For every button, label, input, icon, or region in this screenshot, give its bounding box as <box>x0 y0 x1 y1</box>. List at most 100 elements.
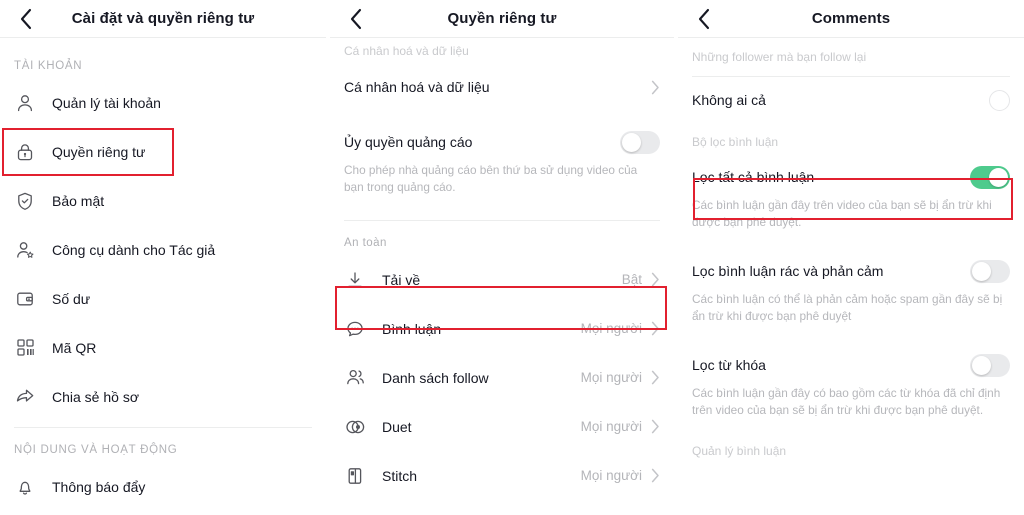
setting-row-follow-list[interactable]: Danh sách follow Mọi người <box>330 353 674 403</box>
sidebar-item-label: Công cụ dành cho Tác giả <box>52 241 216 258</box>
filter-all-comments-toggle[interactable] <box>970 165 1010 189</box>
shield-check-icon <box>14 190 36 212</box>
stitch-icon <box>344 465 366 487</box>
filter-row-keywords[interactable]: Lọc từ khóa <box>692 343 1010 387</box>
panel-settings-and-privacy: Cài đặt và quyền riêng tư TÀI KHOẢN Quản… <box>0 0 326 515</box>
chevron-right-icon <box>651 80 660 95</box>
option-nobody-block: Không ai cả <box>678 77 1024 123</box>
back-button[interactable] <box>344 8 366 30</box>
setting-row-label: Tải về <box>382 271 421 288</box>
sidebar-item-label: Mã QR <box>52 339 97 356</box>
filter-keywords-toggle[interactable] <box>970 353 1010 377</box>
sidebar-item-security[interactable]: Bảo mật <box>0 176 326 225</box>
three-panel-screenshot: Cài đặt và quyền riêng tư TÀI KHOẢN Quản… <box>0 0 1024 515</box>
toggle-knob <box>989 167 1008 187</box>
download-icon <box>344 269 366 291</box>
sidebar-item-manage-account[interactable]: Quản lý tài khoản <box>0 78 326 127</box>
ad-authorization-row[interactable]: Ủy quyền quảng cáo <box>344 120 660 164</box>
qr-code-icon <box>14 337 36 359</box>
setting-row-value: Mọi người <box>580 419 642 435</box>
filter-spam-offensive-block: Lọc bình luận rác và phản cảm <box>678 249 1024 293</box>
option-label: Không ai cả <box>692 92 766 108</box>
setting-row-value: Mọi người <box>580 321 642 337</box>
sidebar-item-label: Bảo mật <box>52 192 105 209</box>
duet-icon <box>344 416 366 438</box>
filter-spam-offensive-toggle[interactable] <box>970 259 1010 283</box>
bell-icon <box>14 476 36 498</box>
section-label-personalization-ghost: Cá nhân hoá và dữ liệu <box>344 44 469 58</box>
sidebar-item-label: Thông báo đẩy <box>52 478 146 495</box>
chevron-left-icon <box>19 8 32 30</box>
ad-authorization-toggle[interactable] <box>620 130 660 154</box>
page-title: Quyền riêng tư <box>447 10 557 27</box>
setting-row-value: Bật <box>621 272 642 288</box>
sidebar-item-push-notifications[interactable]: Thông báo đẩy <box>0 462 326 511</box>
panel3-header: Comments <box>678 0 1024 38</box>
ad-authorization-description: Cho phép nhà quảng cáo bên thứ ba sử dụn… <box>344 163 638 195</box>
setting-row-duet[interactable]: Duet Mọi người <box>330 402 674 452</box>
chevron-right-icon <box>651 321 660 336</box>
setting-row-label: Duet <box>382 418 412 435</box>
page-title: Comments <box>811 10 891 27</box>
sidebar-item-creator-tools[interactable]: Công cụ dành cho Tác giả <box>0 225 326 274</box>
option-row-nobody[interactable]: Không ai cả <box>692 77 1010 123</box>
ad-authorization-label: Ủy quyền quảng cáo <box>344 134 473 150</box>
setting-row-value: Mọi người <box>580 468 642 484</box>
sidebar-item-label: Quyền riêng tư <box>52 143 146 160</box>
section-label-content-activity: NỘI DUNG VÀ HOẠT ĐỘNG <box>14 444 178 456</box>
option-label-followers-you-follow-back: Những follower mà bạn follow lại <box>692 50 867 64</box>
chevron-right-icon <box>651 419 660 434</box>
toggle-knob <box>622 132 641 152</box>
radio-button-nobody[interactable] <box>989 89 1010 111</box>
filter-row-spam-offensive[interactable]: Lọc bình luận rác và phản cảm <box>692 249 1010 293</box>
nav-item-personalization-and-data[interactable]: Cá nhân hoá và dữ liệu <box>330 64 674 110</box>
setting-row-label: Stitch <box>382 467 418 484</box>
panel-comments: Comments Những follower mà bạn follow lạ… <box>678 0 1024 515</box>
people-icon <box>344 367 366 389</box>
sidebar-item-balance[interactable]: Số dư <box>0 274 326 323</box>
setting-row-comments[interactable]: Bình luận Mọi người <box>330 304 674 354</box>
filter-all-comments-description: Các bình luận gần đây trên video của bạn… <box>692 198 992 230</box>
chevron-right-icon <box>651 272 660 287</box>
filter-spam-offensive-description: Các bình luận có thể là phản cảm hoặc sp… <box>692 292 1003 324</box>
sidebar-item-qr-code[interactable]: Mã QR <box>0 323 326 372</box>
setting-row-liked-videos[interactable]: Video đã thích Chỉ tôi <box>330 500 674 515</box>
sidebar-item-privacy[interactable]: Quyền riêng tư <box>0 127 326 176</box>
sidebar-item-label: Quản lý tài khoản <box>52 94 161 111</box>
section-label-account: TÀI KHOẢN <box>14 60 83 72</box>
wallet-icon <box>14 288 36 310</box>
setting-row-label: Bình luận <box>382 320 442 337</box>
setting-row-value: Mọi người <box>580 370 642 386</box>
panel2-header: Quyền riêng tư <box>330 0 674 38</box>
filter-keywords-block: Lọc từ khóa <box>678 343 1024 387</box>
filter-all-comments-block: Lọc tất cả bình luận <box>678 155 1024 199</box>
sidebar-item-label: Chia sẻ hồ sơ <box>52 388 140 405</box>
filter-keywords-description: Các bình luận gần đây có bao gồm các từ … <box>692 386 1001 418</box>
back-button[interactable] <box>14 8 36 30</box>
setting-row-download[interactable]: Tải về Bật <box>330 255 674 305</box>
sidebar-item-label: Số dư <box>52 290 91 307</box>
panel-privacy: Quyền riêng tư Cá nhân hoá và dữ liệu Cá… <box>330 0 674 515</box>
chevron-left-icon <box>697 8 710 30</box>
chevron-right-icon <box>651 468 660 483</box>
person-icon <box>14 92 36 114</box>
section-label-safety: An toàn <box>344 237 387 250</box>
lock-icon <box>14 141 36 163</box>
panel1-header: Cài đặt và quyền riêng tư <box>0 0 326 38</box>
nav-item-label: Cá nhân hoá và dữ liệu <box>344 79 490 95</box>
filter-label: Lọc tất cả bình luận <box>692 169 815 185</box>
sidebar-item-share-profile[interactable]: Chia sẻ hồ sơ <box>0 372 326 421</box>
setting-row-label: Danh sách follow <box>382 369 489 386</box>
section-label-comment-filters: Bộ lọc bình luận <box>692 135 779 149</box>
setting-row-stitch[interactable]: Stitch Mọi người <box>330 451 674 501</box>
toggle-knob <box>972 261 991 281</box>
share-arrow-icon <box>14 386 36 408</box>
chevron-right-icon <box>651 370 660 385</box>
back-button[interactable] <box>692 8 714 30</box>
filter-row-all-comments[interactable]: Lọc tất cả bình luận <box>692 155 1010 199</box>
